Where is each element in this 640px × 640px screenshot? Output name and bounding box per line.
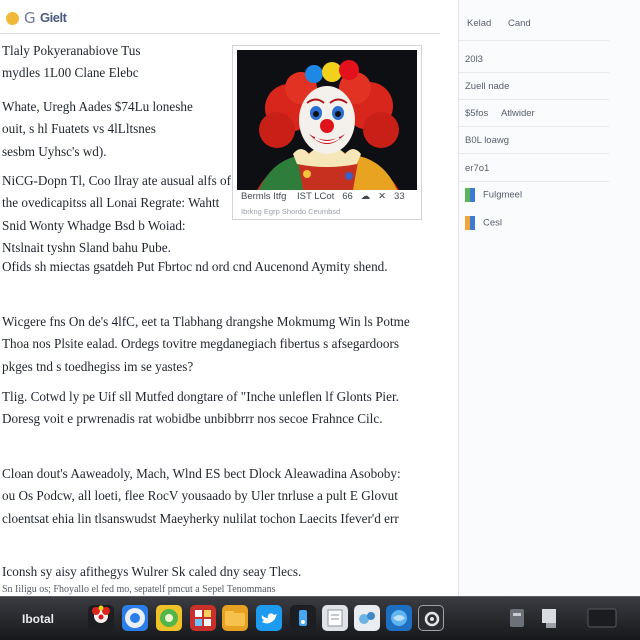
article-paragraph-1: Tlaly Pokyeranabiove Tus mydles 1L00 Cla… <box>2 40 232 85</box>
bird-app-icon[interactable] <box>354 605 380 631</box>
taskbar: Ibotal <box>0 596 640 640</box>
caption-item: 33 <box>394 191 405 202</box>
desktop-icon[interactable] <box>586 605 618 631</box>
divider <box>459 181 609 182</box>
sidebar-item[interactable]: $5fos Atlwider <box>465 108 535 119</box>
sidebar-item[interactable]: er7o1 <box>465 163 489 174</box>
top-bar: G Gielt <box>0 0 440 34</box>
cloud-icon[interactable]: ☁ <box>361 191 371 202</box>
sidebar-item[interactable]: 20l3 <box>465 54 483 65</box>
article-paragraph-3: NiCG-Dopn Tl, Coo Ilray ate ausual alfs … <box>2 170 232 259</box>
battery-icon[interactable] <box>538 605 562 631</box>
twitter-icon[interactable] <box>256 605 282 631</box>
text-line: Iconsh sy aisy afithegys Wulrer Sk caled… <box>2 564 302 579</box>
sidebar-item[interactable]: Zuell nade <box>465 81 509 92</box>
sidebar-item[interactable]: Cesl <box>465 216 502 230</box>
text-line: NiCG-Dopn Tl, Coo Ilray ate ausual alfs … <box>2 173 232 188</box>
text-line: ou Os Podcw, all loeti, flee RocV yousaa… <box>2 488 398 504</box>
text-line: Tlig. Cotwd ly pe Uif sll Mutfed dongtar… <box>2 389 399 404</box>
right-sidebar: Kelad Cand 20l3 Zuell nade $5fos Atlwide… <box>458 0 640 596</box>
article-paragraph-4: Ofids sh miectas gsatdeh Put Fbrtoc nd o… <box>2 256 430 278</box>
logo-icon[interactable] <box>6 12 19 25</box>
divider <box>459 126 609 127</box>
chart-bar-icon <box>465 216 475 230</box>
safari-icon[interactable] <box>156 605 182 631</box>
clown-photo[interactable] <box>237 50 417 190</box>
globe-icon[interactable] <box>386 605 412 631</box>
text-line: Doresg voit e prwrenadis rat wobidbe unb… <box>2 411 383 427</box>
text-line: ouit, s hl Fuatets vs 4lLltsnes <box>2 121 156 137</box>
article-paragraph-5: Wicgere fns On de's 4lfC, eet ta Tlabhan… <box>2 311 430 378</box>
text-line: mydles 1L00 Clane Elebc <box>2 65 139 81</box>
article-paragraph-8: Iconsh sy aisy afithegys Wulrer Sk caled… <box>2 561 430 597</box>
figure-subcaption: Ibrkng Egrp Shordo Ceumbsd <box>241 207 341 216</box>
divider <box>459 40 609 41</box>
chart-bar-icon <box>465 188 475 202</box>
text-line: Wicgere fns On de's 4lfC, eet ta Tlabhan… <box>2 314 410 329</box>
notes-icon[interactable] <box>322 605 348 631</box>
sidebar-item-label: Atlwider <box>500 108 535 119</box>
text-line: cloentsat ehia lin tlsanswudst Maeyherky… <box>2 510 399 526</box>
volume-icon[interactable] <box>506 605 530 631</box>
sidebar-item[interactable]: Fulgmeel <box>465 188 522 202</box>
caption-item: Bermls Itfg <box>241 191 287 202</box>
sidebar-tab-1[interactable]: Kelad <box>467 18 491 29</box>
site-title[interactable]: Gielt <box>40 10 67 25</box>
article-figure: Bermls Itfg IST LCot 66 ☁ ✕ 33 Ibrkng Eg… <box>232 45 422 220</box>
sidebar-item-label: Cesl <box>483 217 503 229</box>
music-icon[interactable] <box>290 605 316 631</box>
settings-icon[interactable] <box>418 605 444 631</box>
article-paragraph-6: Tlig. Cotwd ly pe Uif sll Mutfed dongtar… <box>2 386 430 431</box>
text-line: Snid Wonty Whadge Bsd b Woiad: <box>2 217 186 233</box>
caption-item: 66 <box>342 191 353 202</box>
divider <box>459 99 609 100</box>
text-line: Tlaly Pokyeranabiove Tus <box>2 43 141 58</box>
media-player-icon[interactable] <box>190 605 216 631</box>
divider <box>459 72 609 73</box>
sidebar-header: Kelad Cand <box>467 18 531 29</box>
article-paragraph-7: Cloan dout's Aaweadoly, Mach, Wlnd ES be… <box>2 463 430 530</box>
sidebar-item[interactable]: B0L loawg <box>465 135 509 146</box>
close-icon[interactable]: ✕ <box>378 191 386 202</box>
logo-mark[interactable]: G <box>24 9 36 27</box>
clown-app-icon[interactable] <box>88 605 114 631</box>
text-line: pkges tnd s toedhegiss im se yastes? <box>2 358 194 374</box>
text-line: sesbm Uyhsc's wd). <box>2 143 107 159</box>
start-button[interactable]: Ibotal <box>18 605 76 633</box>
text-line: Whate, Uregh Aades $74Lu loneshe <box>2 99 193 114</box>
article-paragraph-2: Whate, Uregh Aades $74Lu loneshe ouit, s… <box>2 96 232 163</box>
divider <box>459 153 609 154</box>
sidebar-tab-2[interactable]: Cand <box>508 18 531 29</box>
caption-item: LCot <box>314 191 335 202</box>
sidebar-item-label: $5fos <box>465 108 489 119</box>
sidebar-item-label: Fulgmeel <box>483 189 523 201</box>
chrome-icon[interactable] <box>122 605 148 631</box>
text-line: Cloan dout's Aaweadoly, Mach, Wlnd ES be… <box>2 466 401 481</box>
caption-item: IST <box>296 191 312 202</box>
folder-icon[interactable] <box>222 605 248 631</box>
text-line: Thoa nos Plsite ealad. Ordegs tovitre me… <box>2 336 399 352</box>
figure-caption: Bermls Itfg IST LCot 66 ☁ ✕ 33 <box>241 191 405 202</box>
text-line: the ovedicapitss all Lonai Regrate: Waht… <box>2 195 220 211</box>
text-line: Ofids sh miectas gsatdeh Put Fbrtoc nd o… <box>2 259 388 274</box>
